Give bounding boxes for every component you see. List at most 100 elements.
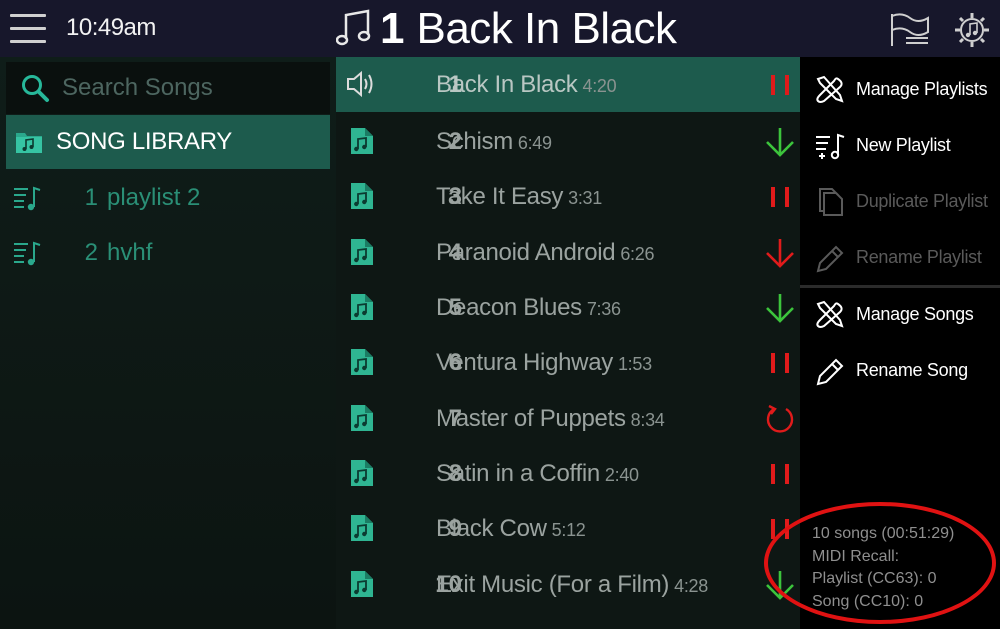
song-name: Deacon Blues xyxy=(436,293,582,321)
header-bar: 10:49am 1 Back In Black xyxy=(0,0,1000,57)
song-icon xyxy=(344,122,380,160)
song-list: 1 Back In Black 4:20 2 Schism 6:49 3 Take It Ea… xyxy=(336,57,800,629)
settings-gear-music-icon[interactable] xyxy=(950,10,994,48)
song-title: Exit Music (For a Film) 4:28 xyxy=(436,571,708,599)
song-icon xyxy=(344,509,380,547)
song-title: Black Cow 5:12 xyxy=(436,515,586,543)
song-row[interactable]: 4 Paranoid Android 6:26 xyxy=(336,225,800,280)
app-root: 10:49am 1 Back In Black Search Songs SON… xyxy=(0,0,1000,629)
song-name: Black Cow xyxy=(436,514,547,542)
playlist-number: 1 xyxy=(84,184,98,211)
song-title: Satin in a Coffin 2:40 xyxy=(436,460,639,488)
song-row[interactable]: 9 Black Cow 5:12 xyxy=(336,501,800,556)
arrow-down-icon xyxy=(766,239,794,268)
manage-playlists-button[interactable]: Manage Playlists xyxy=(800,61,1000,117)
song-row[interactable]: 1 Back In Black 4:20 xyxy=(336,57,800,112)
rename-playlist-label: Rename Playlist xyxy=(856,246,982,267)
pause-icon xyxy=(771,75,789,95)
playlist-name: hvhf xyxy=(107,239,153,266)
song-name: Exit Music (For a Film) xyxy=(436,570,670,598)
library-panel: Search Songs SONG LIBRARY 1 playlist 2 2… xyxy=(0,57,336,629)
song-icon xyxy=(344,454,380,492)
song-duration: 2:40 xyxy=(604,464,639,485)
playlist-number: 2 xyxy=(84,239,98,266)
music-file-icon xyxy=(351,239,373,265)
song-status-button[interactable] xyxy=(762,456,798,492)
playlist-name: playlist 2 xyxy=(107,184,201,211)
pencil-icon xyxy=(816,245,844,273)
song-row[interactable]: 10 Exit Music (For a Film) 4:28 xyxy=(336,557,800,612)
rename-song-button[interactable]: Rename Song xyxy=(800,342,1000,398)
music-file-icon xyxy=(351,405,373,431)
song-duration: 1:53 xyxy=(617,353,652,374)
music-file-icon xyxy=(351,349,373,375)
action-menu: Manage Playlists New Playlist Duplicate … xyxy=(800,57,1000,629)
playlist-item[interactable]: 2 hvhf xyxy=(6,226,330,280)
song-row[interactable]: 3 Take It Easy 3:31 xyxy=(336,169,800,224)
song-icon xyxy=(344,343,380,381)
song-name: Paranoid Android xyxy=(436,238,616,266)
song-status-button[interactable] xyxy=(762,511,798,547)
pause-icon xyxy=(771,353,789,373)
song-status-button[interactable] xyxy=(762,179,798,215)
music-file-icon xyxy=(351,460,373,486)
arrow-down-icon xyxy=(766,294,794,323)
manage-songs-label: Manage Songs xyxy=(856,303,974,324)
song-title: Paranoid Android 6:26 xyxy=(436,239,654,267)
song-icon xyxy=(344,177,380,215)
song-duration: 7:36 xyxy=(586,298,621,319)
manage-songs-button[interactable]: Manage Songs xyxy=(800,286,1000,342)
song-status-button[interactable] xyxy=(762,67,798,103)
pause-icon xyxy=(771,464,789,484)
song-row[interactable]: 2 Schism 6:49 xyxy=(336,114,800,169)
pause-icon xyxy=(771,187,789,207)
song-library-item[interactable]: SONG LIBRARY xyxy=(6,115,330,169)
duplicate-playlist-label: Duplicate Playlist xyxy=(856,190,988,211)
song-row[interactable]: 7 Master of Puppets 8:34 xyxy=(336,391,800,446)
rename-song-label: Rename Song xyxy=(856,359,968,380)
song-duration: 8:34 xyxy=(630,409,665,430)
song-name: Take It Easy xyxy=(436,182,564,210)
song-status-button[interactable] xyxy=(762,124,798,160)
song-status-button[interactable] xyxy=(762,345,798,381)
search-input[interactable]: Search Songs xyxy=(6,62,330,114)
tools-icon xyxy=(816,300,844,328)
song-row[interactable]: 6 Ventura Highway 1:53 xyxy=(336,335,800,390)
current-song-name: Back In Black xyxy=(416,4,677,53)
song-duration: 4:20 xyxy=(582,75,617,96)
song-row[interactable]: 5 Deacon Blues 7:36 xyxy=(336,280,800,335)
add-playlist-icon xyxy=(816,133,845,160)
new-playlist-button[interactable]: New Playlist xyxy=(800,117,1000,173)
music-file-icon xyxy=(351,571,373,597)
song-title: Ventura Highway 1:53 xyxy=(436,349,652,377)
music-note-icon xyxy=(336,9,371,46)
arrow-down-icon xyxy=(766,571,794,600)
song-name: Schism xyxy=(436,127,513,155)
music-file-icon xyxy=(351,515,373,541)
speaker-icon xyxy=(347,70,373,98)
arrow-down-icon xyxy=(766,128,794,157)
hamburger-icon[interactable] xyxy=(10,13,48,45)
duplicate-icon xyxy=(819,188,843,216)
song-status-button[interactable] xyxy=(762,401,798,437)
playlist-item[interactable]: 1 playlist 2 xyxy=(6,171,330,225)
song-library-label: SONG LIBRARY xyxy=(56,128,233,155)
song-title: Schism 6:49 xyxy=(436,128,552,156)
song-status-button[interactable] xyxy=(762,567,798,603)
duplicate-playlist-button: Duplicate Playlist xyxy=(800,173,1000,229)
playlist-music-icon xyxy=(14,241,41,266)
song-duration: 6:26 xyxy=(620,243,655,264)
pencil-icon xyxy=(816,358,844,386)
song-status-button[interactable] xyxy=(762,290,798,326)
song-title: Deacon Blues 7:36 xyxy=(436,294,621,322)
song-cc-value: Song (CC10): 0 xyxy=(812,592,924,610)
song-row[interactable]: 8 Satin in a Coffin 2:40 xyxy=(336,446,800,501)
song-status-button[interactable] xyxy=(762,235,798,271)
song-name: Satin in a Coffin xyxy=(436,459,600,487)
playlist-info: 10 songs (00:51:29) MIDI Recall: Playlis… xyxy=(812,523,954,613)
music-file-icon xyxy=(351,128,373,154)
current-song-number: 1 xyxy=(380,4,405,53)
playlist-music-icon[interactable] xyxy=(888,10,932,48)
song-duration: 4:28 xyxy=(674,575,708,596)
song-title: Take It Easy 3:31 xyxy=(436,183,602,211)
